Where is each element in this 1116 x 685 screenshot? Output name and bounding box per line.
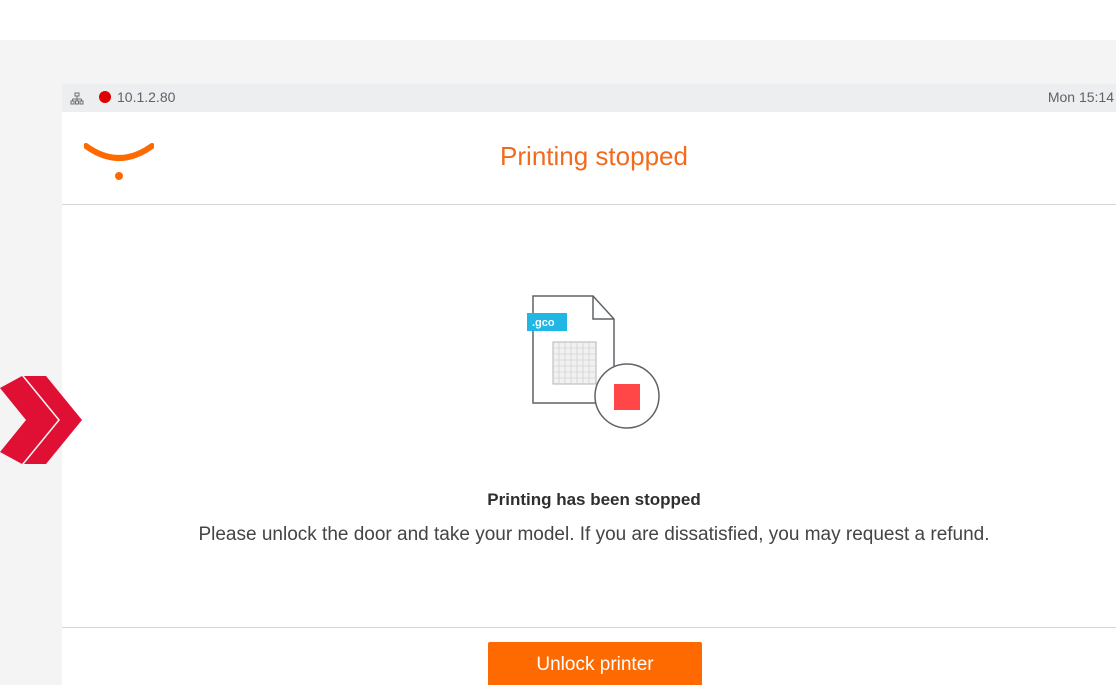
connection-status-dot [99,91,111,103]
printer-screen: 10.1.2.80 Mon 15:14 Printing stopped .gc… [62,84,1116,685]
footer: Unlock printer [62,627,1116,685]
unlock-printer-button[interactable]: Unlock printer [488,642,702,685]
ip-address: 10.1.2.80 [117,89,176,105]
main-content: .gco Printing has been stopped Please un… [62,205,1116,627]
status-bar: 10.1.2.80 Mon 15:14 [62,84,1116,112]
message-body: Please unlock the door and take your mod… [198,524,990,545]
network-icon [70,92,84,106]
double-chevron-right-icon [0,376,82,464]
message-title: Printing has been stopped [487,490,701,509]
page-title: Printing stopped [500,141,688,171]
stopped-file-icon: .gco [526,295,666,435]
clock: Mon 15:14 [1047,89,1114,105]
header: Printing stopped [62,112,1116,205]
file-badge-label: .gco [532,317,555,329]
